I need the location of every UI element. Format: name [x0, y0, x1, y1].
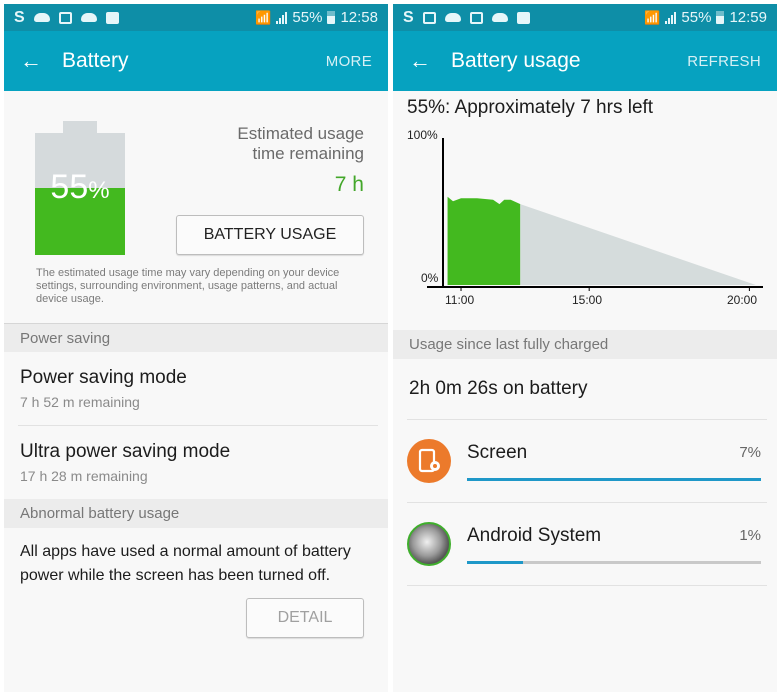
s-health-icon: S — [14, 8, 25, 26]
abnormal-usage-header: Abnormal battery usage — [4, 499, 388, 528]
disclaimer-text: The estimated usage time may vary depend… — [36, 267, 340, 305]
list-item-title: Power saving mode — [20, 367, 187, 388]
status-bar: S 📶 55% 12:58 — [4, 4, 388, 31]
cloud-upload-icon — [444, 13, 461, 22]
detail-row: DETAIL — [4, 598, 388, 658]
gmail-icon — [58, 11, 72, 24]
back-arrow-icon[interactable]: ← — [409, 48, 431, 74]
abnormal-usage-text: All apps have used a normal amount of ba… — [20, 543, 351, 584]
power-saving-header: Power saving — [4, 323, 388, 352]
x-axis-label-15: 15:00 — [572, 293, 603, 307]
page-title: Battery usage — [451, 49, 581, 72]
more-button[interactable]: MORE — [326, 53, 372, 70]
actual-usage-area — [447, 196, 521, 285]
clipboard-check-icon — [105, 11, 119, 24]
battery-overview: 55% Estimated usage time remaining 7 h B… — [4, 91, 388, 323]
battery-usage-screen: S 📶 55% 12:59 ← Battery usage REFRESH 55… — [393, 4, 777, 692]
estimated-label-line2: time remaining — [252, 144, 365, 163]
usage-since-charged-header: Usage since last fully charged — [393, 330, 777, 359]
android-system-icon — [407, 522, 451, 566]
image-icon — [422, 11, 436, 24]
app-name: Android System — [467, 524, 602, 546]
battery-chart: 100% 0% 11:00 15:00 20:00 — [393, 125, 777, 330]
battery-percent-label: 55% — [35, 168, 125, 207]
battery-cap — [63, 121, 97, 133]
app-percent: 7% — [739, 444, 761, 461]
cloud-icon — [80, 13, 97, 22]
projected-usage-area — [520, 204, 756, 285]
usage-bar-fill — [467, 477, 761, 481]
app-percent: 1% — [739, 527, 761, 544]
app-usage-row-android-system[interactable]: Android System 1% — [393, 503, 777, 585]
battery-icon — [327, 11, 336, 24]
signal-icon — [665, 11, 677, 24]
estimated-time-value: 7 h — [334, 173, 364, 196]
signal-icon — [276, 11, 288, 24]
app-bar: ← Battery MORE — [4, 31, 388, 91]
app-name: Screen — [467, 441, 528, 463]
clipboard-check-icon — [516, 11, 530, 24]
x-axis-label-11: 11:00 — [445, 293, 475, 307]
battery-icon — [716, 11, 725, 24]
page-title: Battery — [62, 49, 129, 72]
usage-bar — [467, 560, 761, 564]
battery-level-graphic: 55% — [35, 121, 125, 255]
battery-percent-text: 55% — [681, 9, 712, 26]
wifi-icon: 📶 — [255, 9, 272, 25]
screen-settings-icon — [407, 439, 451, 483]
refresh-button[interactable]: REFRESH — [687, 53, 761, 70]
battery-percent-unit: % — [88, 177, 110, 204]
estimated-label-line1: Estimated usage — [237, 124, 364, 143]
clock: 12:58 — [340, 9, 378, 26]
wifi-icon: 📶 — [644, 9, 661, 25]
detail-button[interactable]: DETAIL — [246, 598, 364, 638]
battery-usage-button[interactable]: BATTERY USAGE — [176, 215, 364, 255]
battery-percent-number: 55 — [50, 168, 89, 206]
back-arrow-icon[interactable]: ← — [20, 48, 42, 74]
usage-bar — [467, 477, 761, 481]
s-health-icon: S — [403, 8, 414, 26]
list-item-subtitle: 17 h 28 m remaining — [20, 468, 148, 484]
usage-bar-fill — [467, 560, 523, 564]
y-axis-min-label: 0% — [421, 271, 439, 285]
y-axis-max-label: 100% — [407, 128, 438, 142]
estimated-time-label: Estimated usage time remaining — [237, 124, 364, 164]
battery-summary: 55%: Approximately 7 hrs left — [407, 97, 654, 118]
cloud-upload-icon — [33, 13, 50, 22]
divider — [407, 585, 767, 586]
app-usage-row-screen[interactable]: Screen 7% — [393, 420, 777, 502]
ultra-power-saving-mode-item[interactable]: Ultra power saving mode 17 h 28 m remain… — [4, 426, 388, 499]
status-bar: S 📶 55% 12:59 — [393, 4, 777, 31]
battery-screen: S 📶 55% 12:58 ← Battery MORE 55% Estimat… — [4, 4, 388, 692]
list-item-subtitle: 7 h 52 m remaining — [20, 394, 140, 410]
power-saving-mode-item[interactable]: Power saving mode 7 h 52 m remaining — [4, 352, 388, 425]
list-item-title: Ultra power saving mode — [20, 441, 231, 462]
x-axis-label-20: 20:00 — [727, 293, 758, 307]
gmail-icon — [469, 11, 483, 24]
app-bar: ← Battery usage REFRESH — [393, 31, 777, 91]
usage-total: 2h 0m 26s on battery — [409, 378, 588, 399]
cloud-icon — [491, 13, 508, 22]
battery-percent-text: 55% — [292, 9, 323, 26]
clock: 12:59 — [729, 9, 767, 26]
